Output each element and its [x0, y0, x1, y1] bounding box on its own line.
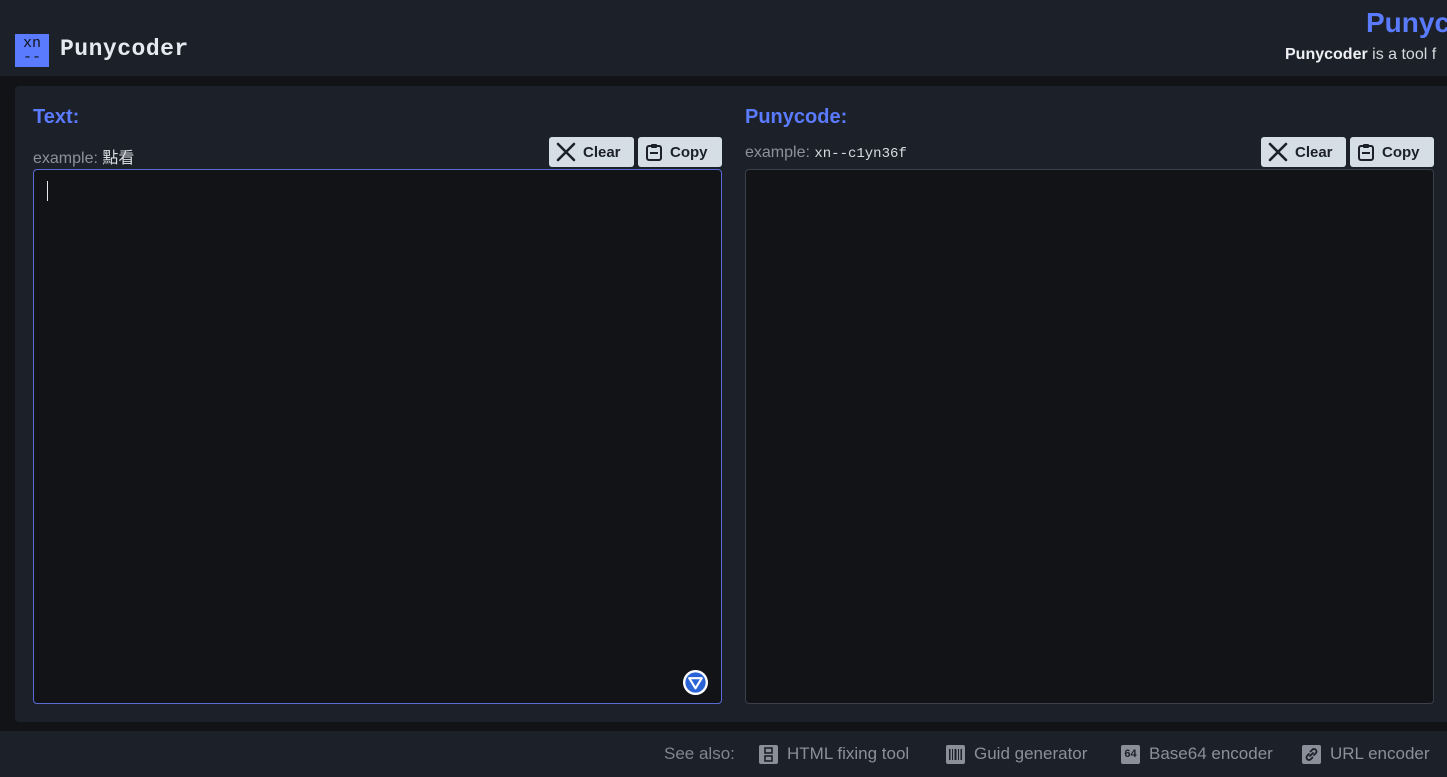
url-encoder-link[interactable]: URL encoder [1302, 744, 1430, 764]
punycode-output[interactable] [745, 169, 1434, 704]
app-name[interactable]: Punycoder [60, 36, 189, 62]
base64-icon: 64 [1121, 744, 1140, 764]
punycode-label: Punycode: [745, 106, 848, 128]
text-example-prefix: example: [33, 150, 103, 167]
punycode-clear-label: Clear [1295, 143, 1333, 161]
text-copy-button[interactable]: Copy [638, 137, 722, 167]
footer: See also: HTML fixing tool Guid generato… [0, 731, 1447, 777]
base64-encoder-label: Base64 encoder [1149, 744, 1273, 763]
logo-bottom-text: -- [22, 49, 41, 66]
barcode-icon [946, 744, 965, 764]
punycode-example: example: xn--c1yn36f [745, 144, 907, 162]
close-icon [1268, 142, 1288, 162]
converter-panel: Text: example: 點看 Clear Copy Punycode: e… [15, 86, 1447, 722]
punycode-example-value: xn--c1yn36f [814, 146, 907, 162]
see-also-label: See also: [664, 744, 735, 763]
punycode-clear-button[interactable]: Clear [1261, 137, 1346, 167]
text-label: Text: [33, 106, 80, 128]
text-clear-button[interactable]: Clear [549, 137, 634, 167]
clipboard-icon [646, 144, 662, 161]
clipboard-icon [1358, 144, 1374, 161]
text-cursor [47, 181, 48, 201]
header: xn -- Punycoder Punyc Punycoder is a too… [0, 0, 1447, 76]
punycode-copy-button[interactable]: Copy [1350, 137, 1434, 167]
link-icon [1302, 744, 1321, 764]
text-clear-label: Clear [583, 143, 621, 161]
html-fixing-tool-link[interactable]: HTML fixing tool [759, 744, 909, 764]
base64-encoder-link[interactable]: 64 Base64 encoder [1121, 744, 1273, 764]
text-example: example: 點看 [33, 144, 134, 168]
punycode-example-prefix: example: [745, 144, 815, 161]
tagline-bold: Punycoder [1285, 46, 1368, 63]
close-icon [556, 142, 576, 162]
url-encoder-label: URL encoder [1330, 744, 1430, 763]
guid-generator-link[interactable]: Guid generator [946, 744, 1087, 764]
punycode-copy-label: Copy [1382, 143, 1420, 161]
logo-icon[interactable]: xn -- [15, 34, 49, 67]
html-fixing-tool-label: HTML fixing tool [787, 744, 910, 763]
text-example-value: 點看 [102, 150, 135, 167]
page-title: Punyc [1366, 7, 1447, 38]
extension-icon[interactable] [682, 669, 709, 696]
html-tool-icon [759, 744, 778, 764]
page-tagline: Punycoder is a tool f [1285, 46, 1436, 64]
text-copy-label: Copy [670, 143, 708, 161]
text-input[interactable] [33, 169, 722, 704]
guid-generator-label: Guid generator [974, 744, 1088, 763]
tagline-rest: is a tool f [1367, 46, 1437, 63]
